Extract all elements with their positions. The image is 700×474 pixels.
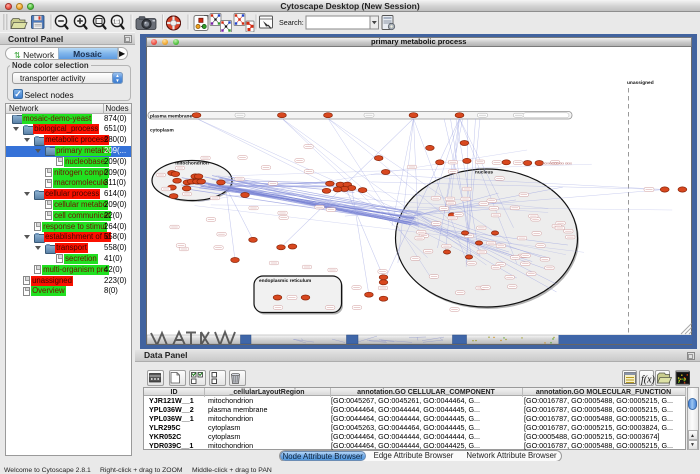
- svg-text:nucleus: nucleus: [474, 170, 492, 176]
- svg-text:mitochondrion: mitochondrion: [175, 161, 209, 167]
- svg-text:cytoplasm: cytoplasm: [150, 128, 174, 134]
- svg-text:xxxxxxxxxxxxx xxxx: xxxxxxxxxxxxx xxxx: [542, 162, 572, 166]
- svg-text:f(x): f(x): [641, 375, 656, 386]
- svg-text:plasma membrane: plasma membrane: [150, 114, 192, 120]
- svg-text:1:1: 1:1: [113, 19, 121, 25]
- svg-text:endoplasmic reticulum: endoplasmic reticulum: [259, 278, 311, 284]
- svg-text:Search:: Search:: [279, 18, 304, 27]
- svg-text:unassigned: unassigned: [627, 80, 654, 86]
